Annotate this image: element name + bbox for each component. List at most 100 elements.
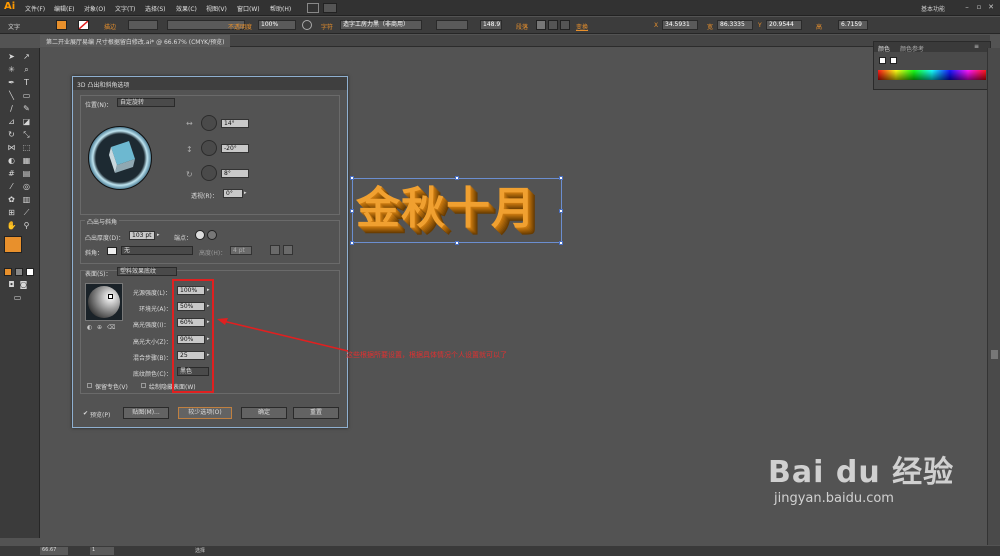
menu-effect[interactable]: 效果(C) [176, 4, 197, 13]
y-rotation-field[interactable]: -20° [221, 144, 249, 153]
recolor-icon[interactable] [302, 20, 312, 30]
preview-checkbox-icon[interactable]: ✔ [83, 410, 88, 417]
blob-brush-tool-icon[interactable]: ⊿ [6, 117, 17, 127]
fewer-options-button[interactable]: 较少选项(O) [178, 407, 232, 419]
menu-window[interactable]: 窗口(W) [237, 4, 260, 13]
color-tab[interactable]: 颜色 [878, 44, 890, 53]
position-dropdown[interactable]: 自定旋转 [117, 98, 175, 107]
preserve-spot-checkbox[interactable] [87, 383, 92, 388]
width-field[interactable]: 86.3335 [717, 20, 753, 30]
pencil-tool-icon[interactable]: ✎ [21, 104, 32, 114]
bevel-height-field[interactable]: 4 pt [230, 246, 252, 255]
shape-builder-tool-icon[interactable]: ◐ [6, 156, 17, 166]
font-size-field[interactable]: 148.9 [480, 20, 502, 30]
color-mode-icon[interactable] [4, 268, 12, 276]
none-mode-icon[interactable] [26, 268, 34, 276]
panel-menu-icon[interactable]: ≡ [974, 43, 979, 50]
eyedropper-tool-icon[interactable]: ⁄ [6, 182, 17, 192]
extrude-depth-arrow-icon[interactable]: ▸ [157, 231, 162, 240]
magic-wand-tool-icon[interactable]: ✳ [6, 65, 17, 75]
opacity-label[interactable]: 不透明度 [228, 22, 252, 31]
x-rotation-field[interactable]: 14° [221, 119, 249, 128]
lasso-tool-icon[interactable]: ⌕ [21, 65, 32, 75]
align-center-icon[interactable] [548, 20, 558, 30]
z-rotation-dial[interactable] [201, 165, 217, 181]
font-style-field[interactable] [436, 20, 468, 30]
selection-tool-icon[interactable]: ➤ [6, 52, 17, 62]
menu-help[interactable]: 帮助(H) [270, 4, 291, 13]
perspective-arrow-icon[interactable]: ▸ [244, 189, 249, 198]
fill-swatch[interactable] [56, 20, 67, 30]
direct-selection-tool-icon[interactable]: ↗ [21, 52, 32, 62]
blend-tool-icon[interactable]: ◎ [21, 182, 32, 192]
transform-link[interactable]: 变换 [576, 22, 588, 31]
workspace-switcher[interactable]: 基本功能 [921, 4, 945, 13]
surface-dropdown[interactable]: 塑料效果底纹 [117, 267, 177, 276]
opacity-field[interactable]: 100% [258, 20, 296, 30]
bbox-handle[interactable] [350, 209, 354, 213]
bridge-icon[interactable] [307, 3, 319, 13]
bbox-handle[interactable] [350, 241, 354, 245]
arrange-documents-icon[interactable] [323, 3, 337, 13]
zoom-tool-icon[interactable]: ⚲ [21, 221, 32, 231]
bevel-out-icon[interactable] [270, 245, 280, 255]
maximize-icon[interactable]: ▫ [974, 3, 984, 12]
x-rotation-dial[interactable] [201, 115, 217, 131]
bevel-dropdown[interactable]: 无 [121, 246, 193, 255]
reset-button[interactable]: 重置 [293, 407, 339, 419]
menu-edit[interactable]: 编辑(E) [54, 4, 74, 13]
rotation-track-cube[interactable] [88, 126, 152, 190]
artboard-tool-icon[interactable]: ⊞ [6, 208, 17, 218]
stroke-label[interactable]: 描边 [104, 22, 116, 31]
zoom-field[interactable]: 66.67 [40, 547, 68, 555]
menu-select[interactable]: 选择(S) [145, 4, 166, 13]
white-swatch[interactable] [890, 57, 897, 64]
bevel-in-icon[interactable] [283, 245, 293, 255]
gradient-mode-icon[interactable] [15, 268, 23, 276]
scrollbar-thumb[interactable] [991, 350, 998, 359]
scale-tool-icon[interactable]: ⤡ [21, 130, 32, 140]
height-field[interactable]: 6.7159 [838, 20, 868, 30]
draw-hidden-checkbox[interactable] [141, 383, 146, 388]
bbox-handle[interactable] [559, 209, 563, 213]
cap-off-icon[interactable] [207, 230, 217, 240]
light-sphere-preview[interactable] [85, 283, 123, 321]
selection-bounding-box[interactable] [350, 176, 563, 245]
stroke-swatch[interactable] [78, 20, 89, 30]
screen-mode-icon[interactable]: ▭ [12, 293, 23, 303]
column-graph-tool-icon[interactable]: ▥ [21, 195, 32, 205]
color-spectrum[interactable] [878, 70, 986, 80]
ok-button[interactable]: 确定 [241, 407, 287, 419]
paintbrush-tool-icon[interactable]: ∕ [6, 104, 17, 114]
bbox-handle[interactable] [455, 176, 459, 180]
align-left-icon[interactable] [536, 20, 546, 30]
hand-tool-icon[interactable]: ✋ [6, 221, 17, 231]
draw-behind-icon[interactable]: ◙ [18, 280, 29, 290]
y-rotation-dial[interactable] [201, 140, 217, 156]
map-art-button[interactable]: 贴图(M)... [123, 407, 169, 419]
line-tool-icon[interactable]: ╲ [6, 91, 17, 101]
bbox-handle[interactable] [350, 176, 354, 180]
paragraph-label[interactable]: 段落 [516, 22, 528, 31]
draw-normal-icon[interactable]: ◘ [6, 280, 17, 290]
free-transform-tool-icon[interactable]: ⬚ [21, 143, 32, 153]
font-family-field[interactable]: 造字工房力黑（非商用） [340, 20, 422, 30]
character-label[interactable]: 字符 [321, 22, 333, 31]
rectangle-tool-icon[interactable]: ▭ [21, 91, 32, 101]
stroke-weight-field[interactable] [128, 20, 158, 30]
document-tab[interactable]: 第二开业展厅易编 尺寸根据留白修改.ai* @ 66.67% (CMYK/预览) [40, 35, 231, 47]
eraser-tool-icon[interactable]: ◪ [21, 117, 32, 127]
move-light-back-icon[interactable]: ◐ [87, 324, 92, 331]
gradient-tool-icon[interactable]: ▤ [21, 169, 32, 179]
symbol-sprayer-tool-icon[interactable]: ✿ [6, 195, 17, 205]
artboard-field[interactable]: 1 [90, 547, 114, 555]
rotate-tool-icon[interactable]: ↻ [6, 130, 17, 140]
menu-object[interactable]: 对象(O) [84, 4, 105, 13]
y-field[interactable]: 20.9544 [766, 20, 802, 30]
cap-on-icon[interactable] [195, 230, 205, 240]
slice-tool-icon[interactable]: ⟋ [21, 208, 32, 218]
extrude-depth-field[interactable]: 103 pt [129, 231, 155, 240]
vertical-scrollbar[interactable] [987, 48, 1000, 545]
minimize-icon[interactable]: – [962, 3, 972, 12]
width-tool-icon[interactable]: ⋈ [6, 143, 17, 153]
